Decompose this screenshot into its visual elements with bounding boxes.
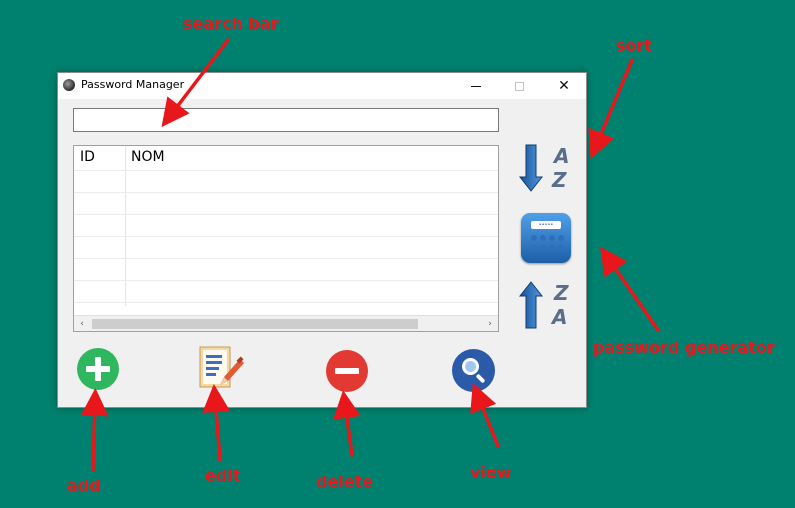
annotation-arrows: [80, 38, 660, 472]
sort-annotation: sort: [616, 36, 653, 55]
search-bar-arrow: [161, 38, 230, 128]
generator-arrow: [600, 246, 660, 332]
delete-arrow: [333, 390, 361, 457]
sort-arrow: [588, 58, 634, 159]
add-arrow: [80, 388, 109, 472]
add-annotation: add: [67, 476, 101, 495]
edit-annotation: edit: [205, 466, 241, 485]
view-annotation: view: [470, 463, 512, 482]
delete-annotation: delete: [316, 472, 374, 491]
password-generator-annotation: password generator: [593, 338, 775, 357]
view-arrow: [470, 383, 500, 448]
search-bar-annotation: search bar: [183, 14, 279, 33]
edit-arrow: [202, 384, 231, 462]
